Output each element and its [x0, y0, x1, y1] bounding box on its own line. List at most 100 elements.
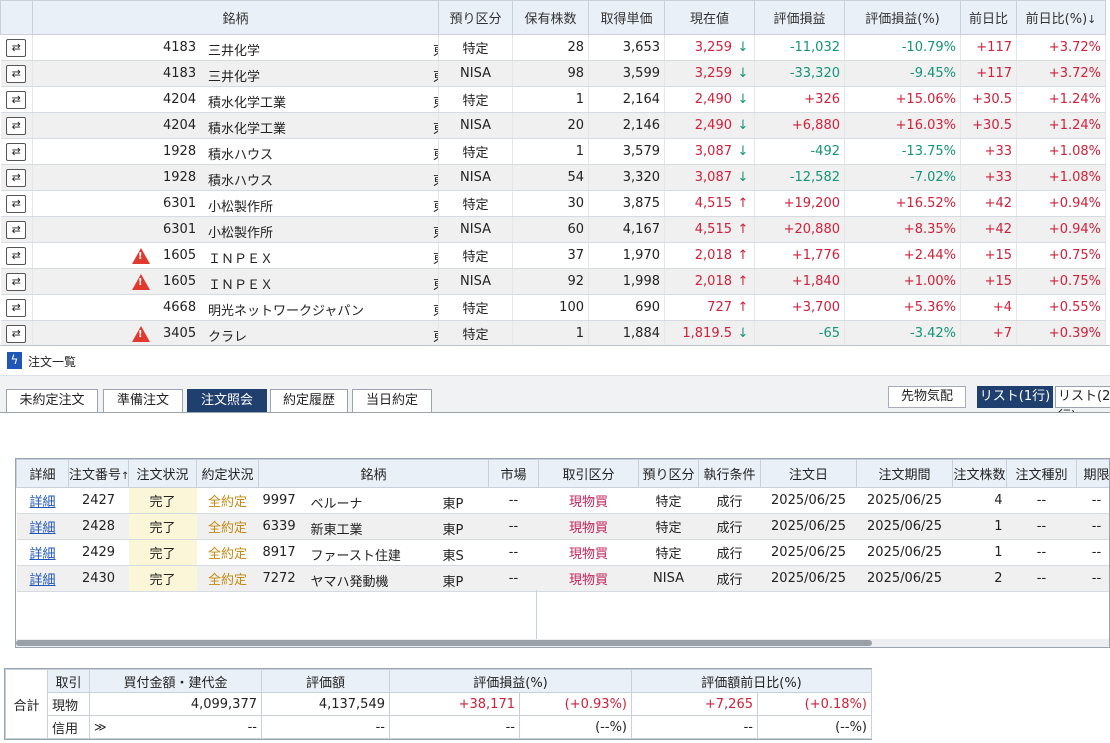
holding-pl: -33,320 — [754, 60, 845, 87]
holding-pl: +3,700 — [754, 294, 845, 321]
order-qty: 2 — [952, 565, 1007, 592]
holding-row[interactable]: ⇄! 1605 ＩＮＰＥＸ 東PNISA921,998 2,018 ↑ +1,840+1.0… — [0, 268, 1106, 295]
holding-cost: 3,599 — [588, 60, 665, 87]
col-name[interactable]: 銘柄 — [32, 0, 439, 35]
holding-row[interactable]: ⇄ 4183 三井化学 東P特定283,653 3,259 ↓ -11,032-10.79%… — [0, 34, 1106, 61]
swap-icon[interactable]: ⇄ — [6, 220, 27, 239]
ocol-cond[interactable]: 執行条件 — [698, 459, 761, 488]
ocol-limit[interactable]: 期限 — [1076, 459, 1109, 488]
holding-row[interactable]: ⇄ 4204 積水化学工業 東PNISA202,146 2,490 ↓ +6,880+16.… — [0, 112, 1106, 139]
trade-button[interactable]: ⇄ — [0, 242, 33, 269]
trade-button[interactable]: ⇄ — [0, 86, 33, 113]
tab-today[interactable]: 当日約定 — [352, 389, 432, 413]
horizontal-scrollbar[interactable] — [16, 639, 1109, 647]
tab-pending[interactable]: 未約定注文 — [6, 389, 98, 413]
ocol-no[interactable]: 注文番号↑ — [68, 459, 129, 488]
ocol-kind[interactable]: 注文種別 — [1006, 459, 1077, 488]
order-type: 現物買 — [538, 513, 639, 540]
order-exec: 全約定 — [196, 487, 259, 514]
order-detail-link[interactable]: 詳細 — [29, 547, 55, 562]
order-detail-link[interactable]: 詳細 — [29, 521, 55, 536]
holding-row[interactable]: ⇄! 3405 クラレ 東P特定11,884 1,819.5 ↓ -65-3.42%+7+0… — [0, 320, 1106, 345]
col-account[interactable]: 預り区分 — [438, 0, 513, 35]
swap-icon[interactable]: ⇄ — [6, 194, 27, 213]
holding-row[interactable]: ⇄ 4668 明光ネットワークジャパン 東P特定100690 727 ↑ +3,700+5.… — [0, 294, 1106, 321]
col-qty[interactable]: 保有株数 — [512, 0, 589, 35]
swap-icon[interactable]: ⇄ — [6, 64, 27, 83]
ocol-detail[interactable]: 詳細 — [16, 459, 69, 488]
col-pl[interactable]: 評価損益 — [754, 0, 845, 35]
holding-pl: +1,776 — [754, 242, 845, 269]
swap-icon[interactable]: ⇄ — [6, 116, 27, 135]
swap-icon[interactable]: ⇄ — [6, 38, 27, 57]
col-price[interactable]: 現在値 — [664, 0, 755, 35]
ocol-status[interactable]: 注文状況 — [128, 459, 197, 488]
col-chg[interactable]: 前日比 — [960, 0, 1017, 35]
tab-inquiry[interactable]: 注文照会 — [187, 389, 267, 413]
holding-name: ＩＮＰＥＸ — [208, 252, 274, 267]
col-plpct[interactable]: 評価損益(%) — [844, 0, 961, 35]
trade-button[interactable]: ⇄ — [0, 216, 33, 243]
swap-icon[interactable]: ⇄ — [6, 142, 27, 161]
list-1row-button[interactable]: リスト(1行) — [977, 386, 1053, 408]
ocol-qty[interactable]: 注文株数 — [952, 459, 1007, 488]
order-detail-link[interactable]: 詳細 — [29, 573, 55, 588]
trade-button[interactable]: ⇄ — [0, 34, 33, 61]
holding-price-cell: 3,087 ↓ — [664, 138, 755, 165]
order-row[interactable]: 詳細 2430 完了 全約定 7272 ヤマハ発動機 東P -- 現物買 NISA 成行 2025/0… — [16, 565, 1109, 592]
order-row[interactable]: 詳細 2427 完了 全約定 9997 ベルーナ 東P -- 現物買 特定 成行 2025/06/25… — [16, 487, 1109, 514]
order-exec: 全約定 — [196, 513, 259, 540]
holding-pl: +20,880 — [754, 216, 845, 243]
holding-row[interactable]: ⇄ 6301 小松製作所 東PNISA604,167 4,515 ↑ +20,880+8.3… — [0, 216, 1106, 243]
trade-button[interactable]: ⇄ — [0, 60, 33, 87]
ocol-account[interactable]: 預り区分 — [638, 459, 699, 488]
swap-icon[interactable]: ⇄ — [6, 298, 27, 317]
scol-cost: 買付金額・建代金 — [89, 669, 262, 693]
ocol-date[interactable]: 注文日 — [760, 459, 857, 488]
ocol-period[interactable]: 注文期間 — [856, 459, 953, 488]
order-detail-link[interactable]: 詳細 — [29, 495, 55, 510]
tab-prepared[interactable]: 準備注文 — [103, 389, 183, 413]
scrollbar-thumb[interactable] — [16, 640, 872, 646]
holding-chgpct: +1.24% — [1016, 86, 1106, 113]
holding-chg: +117 — [960, 34, 1017, 61]
holding-account: 特定 — [438, 34, 513, 61]
holding-row[interactable]: ⇄ 1928 積水ハウス 東P特定13,579 3,087 ↓ -492-13.75%+33… — [0, 138, 1106, 165]
holding-account: 特定 — [438, 320, 513, 345]
holding-row[interactable]: ⇄ 4183 三井化学 東PNISA983,599 3,259 ↓ -33,320-9.45… — [0, 60, 1106, 87]
ocol-market[interactable]: 市場 — [488, 459, 539, 488]
trade-button[interactable]: ⇄ — [0, 138, 33, 165]
tab-history[interactable]: 約定履歴 — [270, 389, 348, 413]
ocol-exec[interactable]: 約定状況 — [196, 459, 259, 488]
col-cost[interactable]: 取得単価 — [588, 0, 665, 35]
holding-name: 積水化学工業 — [208, 122, 287, 137]
holding-row[interactable]: ⇄ 6301 小松製作所 東P特定303,875 4,515 ↑ +19,200+16.52… — [0, 190, 1106, 217]
trade-button[interactable]: ⇄ — [0, 164, 33, 191]
holding-row[interactable]: ⇄ 4204 積水化学工業 東P特定12,164 2,490 ↓ +326+15.06%+3… — [0, 86, 1106, 113]
holding-row[interactable]: ⇄! 1605 ＩＮＰＥＸ 東P特定371,970 2,018 ↑ +1,776+2.44%… — [0, 242, 1106, 269]
ocol-type[interactable]: 取引区分 — [538, 459, 639, 488]
trade-button[interactable]: ⇄ — [0, 190, 33, 217]
order-cond: 成行 — [698, 487, 761, 514]
order-limit: -- — [1076, 565, 1109, 592]
order-row[interactable]: 詳細 2428 完了 全約定 6339 新東工業 東P -- 現物買 特定 成行 2025/06/25… — [16, 513, 1109, 540]
order-kind: -- — [1006, 487, 1077, 514]
col-action — [0, 0, 33, 35]
futures-quote-button[interactable]: 先物気配 — [888, 386, 966, 408]
trade-button[interactable]: ⇄ — [0, 294, 33, 321]
trade-button[interactable]: ⇄ — [0, 320, 33, 345]
ocol-name[interactable]: 銘柄 — [258, 459, 489, 488]
holding-row[interactable]: ⇄ 1928 積水ハウス 東PNISA543,320 3,087 ↓ -12,582-7.0… — [0, 164, 1106, 191]
col-chgpct[interactable]: 前日比(%)↓ — [1016, 0, 1106, 35]
trade-button[interactable]: ⇄ — [0, 268, 33, 295]
swap-icon[interactable]: ⇄ — [6, 272, 27, 291]
order-row[interactable]: 詳細 2429 完了 全約定 8917 ファースト住建 東S -- 現物買 特定 成行 2025/06… — [16, 539, 1109, 566]
swap-icon[interactable]: ⇄ — [6, 246, 27, 265]
list-2row-button[interactable]: リスト(2行) — [1055, 386, 1110, 424]
order-mkt: -- — [488, 565, 539, 592]
swap-icon[interactable]: ⇄ — [6, 168, 27, 187]
swap-icon[interactable]: ⇄ — [6, 324, 27, 343]
swap-icon[interactable]: ⇄ — [6, 90, 27, 109]
expand-icon[interactable]: ≫ — [94, 720, 107, 734]
trade-button[interactable]: ⇄ — [0, 112, 33, 139]
